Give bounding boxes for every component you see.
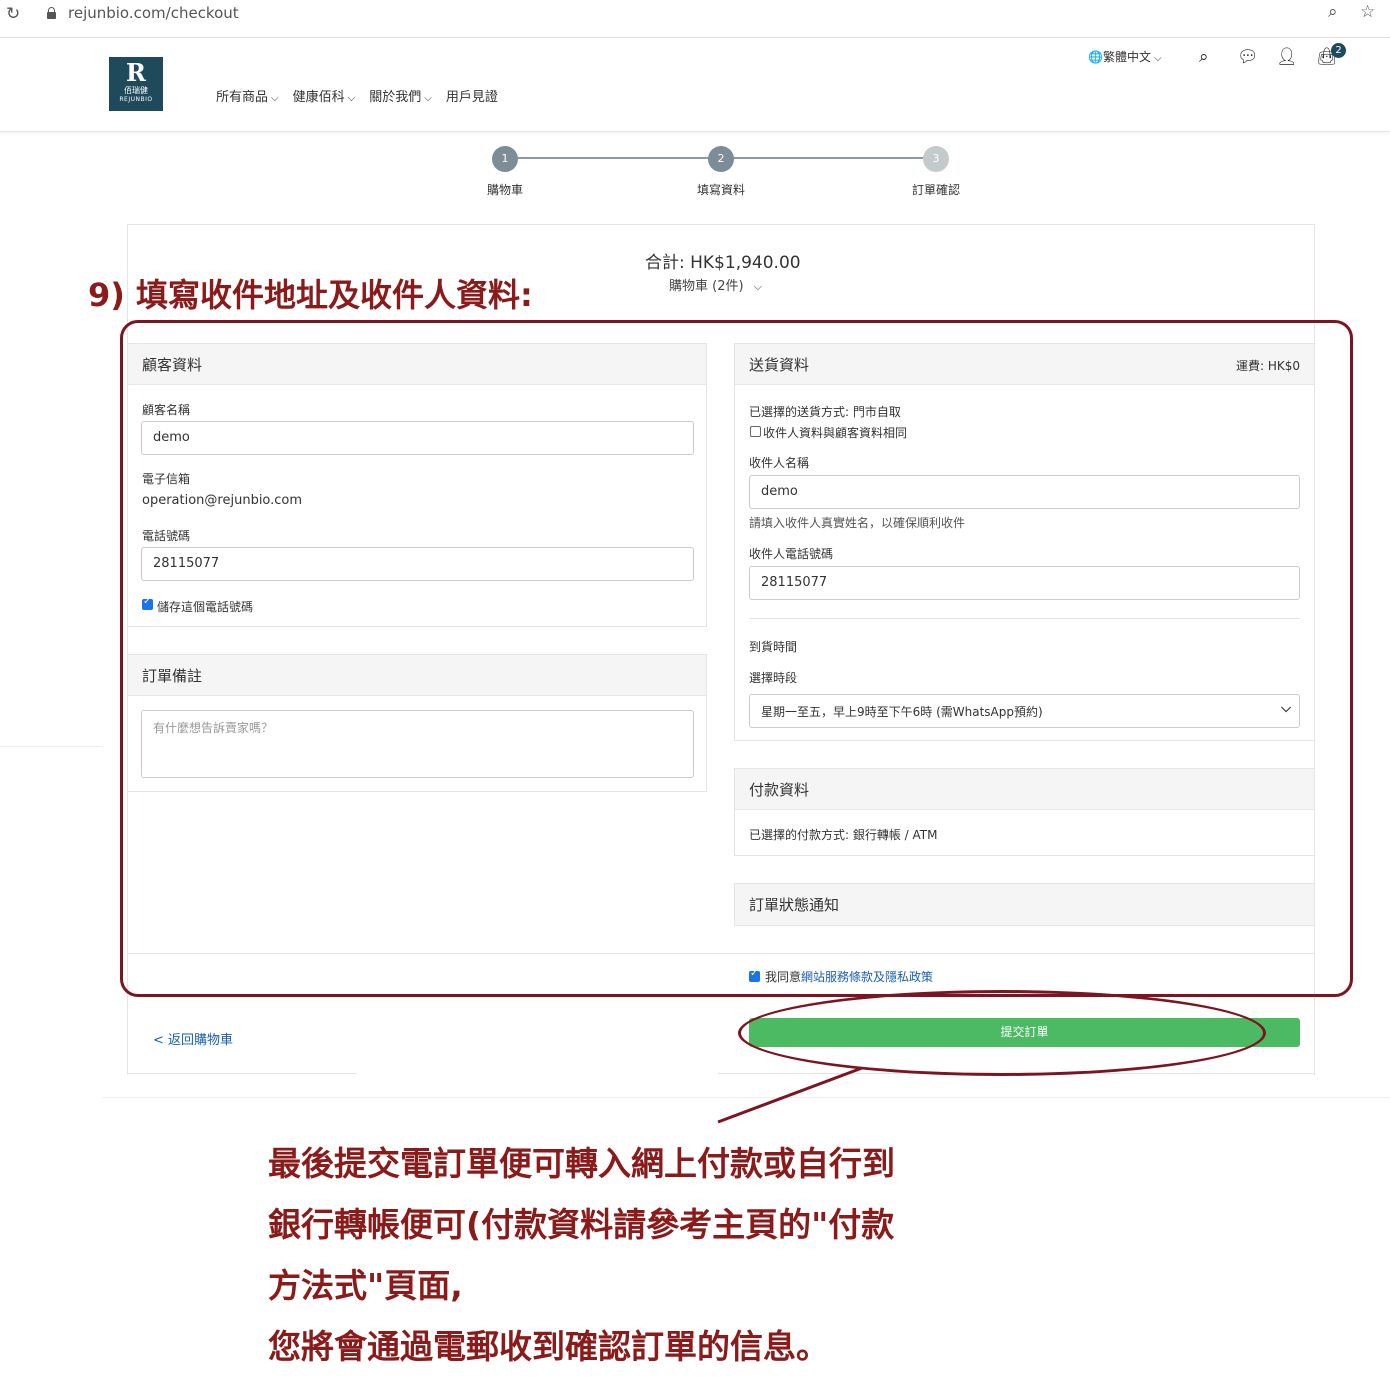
nav-item-about[interactable]: 關於我們 ⌵ xyxy=(369,86,432,105)
cart-summary-toggle[interactable]: 購物車 (2件) ⌵ xyxy=(669,275,762,294)
chat-icon[interactable]: 💬︎ xyxy=(1237,47,1259,67)
reload-icon[interactable]: ↻ xyxy=(6,4,20,24)
logo[interactable]: R 佰瑞健 REJUNBIO xyxy=(109,57,163,111)
nav-item-health[interactable]: 健康佰科 ⌵ xyxy=(293,86,356,105)
bookmark-star-icon[interactable]: ☆ xyxy=(1360,2,1375,22)
globe-icon: 🌐 xyxy=(1088,50,1103,64)
annotation-line: 您將會通過電郵收到確認訂單的信息。 xyxy=(268,1327,829,1366)
chevron-down-icon: ⌵ xyxy=(347,93,356,104)
step-2-label: 填寫資料 xyxy=(696,183,745,197)
chevron-down-icon: ⌵ xyxy=(424,93,432,104)
divider xyxy=(127,1073,357,1074)
step-3-label: 訂單確認 xyxy=(911,183,960,197)
back-to-cart-link[interactable]: < 返回購物車 xyxy=(153,1029,233,1048)
step-2-dot: 2 xyxy=(708,146,734,172)
chevron-down-icon: ⌵ xyxy=(753,280,763,293)
nav-item-products[interactable]: 所有商品 ⌵ xyxy=(216,86,279,105)
cart-count-badge: 2 xyxy=(1331,43,1346,58)
annotation-line: 最後提交電訂單便可轉入網上付款或自行到 xyxy=(268,1144,895,1183)
language-selector[interactable]: 🌐繁體中文 ⌵ xyxy=(1088,48,1162,65)
chevron-down-icon: ⌵ xyxy=(271,93,279,104)
lock-icon[interactable] xyxy=(47,7,56,19)
search-icon[interactable]: ⌕ xyxy=(1199,47,1209,67)
step-1-dot: 1 xyxy=(492,146,518,172)
order-total: 合計: HK$1,940.00 xyxy=(645,253,801,273)
annotation-line: 銀行轉帳便可(付款資料請參考主頁的"付款 xyxy=(268,1205,895,1244)
zoom-icon[interactable]: ⌕ xyxy=(1328,2,1338,22)
step-3-dot: 3 xyxy=(923,146,949,172)
divider xyxy=(0,746,102,747)
annotation-arrow xyxy=(717,1066,863,1124)
nav-item-testimonials[interactable]: 用戶見證 xyxy=(446,86,498,105)
annotation-line: 方法式"頁面, xyxy=(268,1266,463,1305)
main-nav: 所有商品 ⌵ 健康佰科 ⌵ 關於我們 ⌵ 用戶見證 xyxy=(216,86,498,105)
chevron-down-icon: ⌵ xyxy=(1150,53,1162,64)
step-1-label: 購物車 xyxy=(486,183,523,197)
annotation-box xyxy=(120,320,1353,997)
site-header: R 佰瑞健 REJUNBIO 所有商品 ⌵ 健康佰科 ⌵ 關於我們 ⌵ 用戶見證 🌐繁… xyxy=(0,38,1390,132)
browser-toolbar: ↻ rejunbio.com/checkout ⌕ ☆ xyxy=(0,0,1390,38)
annotation-title: 9) 填寫收件地址及收件人資料: xyxy=(88,276,533,314)
user-icon[interactable]: 👤︎ xyxy=(1276,47,1298,67)
address-bar[interactable]: rejunbio.com/checkout xyxy=(68,4,239,22)
